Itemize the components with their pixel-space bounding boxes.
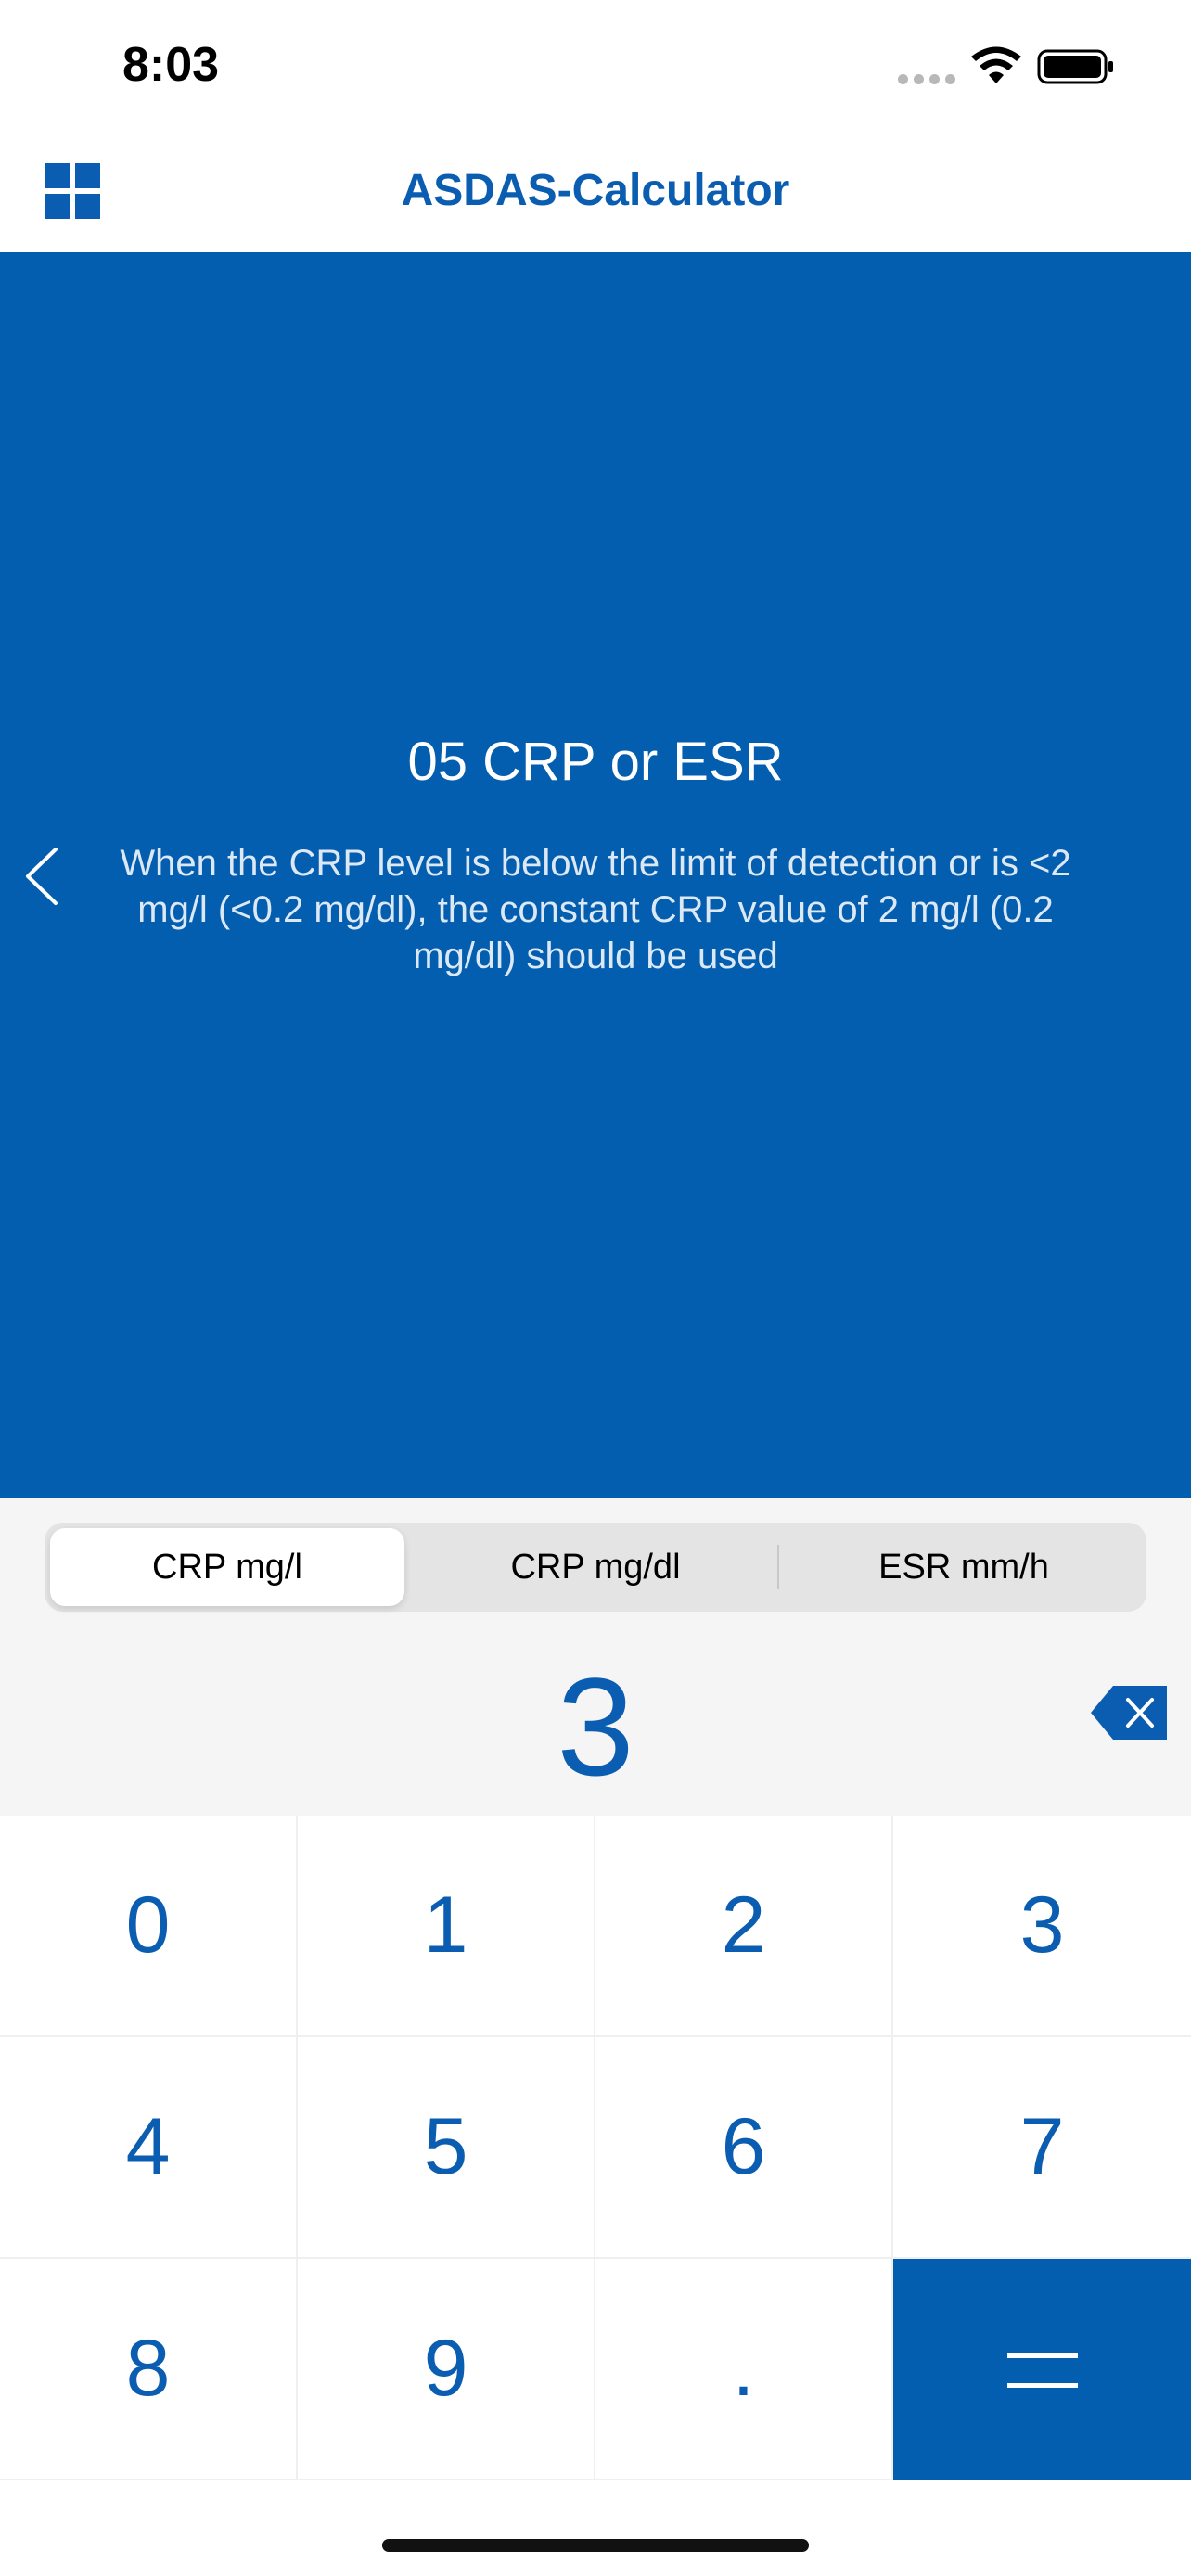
value-display: 3	[557, 1649, 634, 1804]
question-description: When the CRP level is below the limit of…	[120, 843, 1071, 976]
nav-bar: ASDAS-Calculator	[0, 130, 1191, 252]
status-bar: 8:03	[0, 0, 1191, 130]
key-8[interactable]: 8	[0, 2259, 298, 2480]
chevron-left-icon[interactable]	[20, 844, 63, 909]
unit-segmented-control: CRP mg/l CRP mg/dl ESR mm/h	[45, 1523, 1146, 1612]
backspace-icon[interactable]	[1089, 1684, 1169, 1741]
key-4[interactable]: 4	[0, 2037, 298, 2259]
equals-button[interactable]	[893, 2259, 1191, 2480]
key-9[interactable]: 9	[298, 2259, 596, 2480]
segment-crp-mg-dl[interactable]: CRP mg/dl	[418, 1528, 773, 1606]
status-time: 8:03	[122, 38, 220, 92]
segment-esr-mm-h[interactable]: ESR mm/h	[787, 1528, 1141, 1606]
key-decimal[interactable]: .	[596, 2259, 893, 2480]
nav-title: ASDAS-Calculator	[401, 166, 790, 215]
keypad: 0 1 2 3 4 5 6 7 8 9 .	[0, 1816, 1191, 2481]
info-panel: 05 CRP or ESR When the CRP level is belo…	[0, 252, 1191, 1498]
cellular-signal-icon	[898, 74, 955, 85]
key-2[interactable]: 2	[596, 1816, 893, 2037]
segment-crp-mg-l[interactable]: CRP mg/l	[50, 1528, 404, 1606]
key-3[interactable]: 3	[893, 1816, 1191, 2037]
key-0[interactable]: 0	[0, 1816, 298, 2037]
question-title: 05 CRP or ESR	[407, 732, 784, 792]
screen: 8:03 ASDAS-Calculator 05 CRP or ESR When…	[0, 0, 1191, 2576]
equals-icon	[1006, 2348, 1078, 2392]
key-1[interactable]: 1	[298, 1816, 596, 2037]
key-5[interactable]: 5	[298, 2037, 596, 2259]
key-6[interactable]: 6	[596, 2037, 893, 2259]
key-7[interactable]: 7	[893, 2037, 1191, 2259]
unit-input-area: CRP mg/l CRP mg/dl ESR mm/h 3	[0, 1498, 1191, 1816]
wifi-icon	[971, 46, 1021, 83]
battery-icon	[1037, 49, 1113, 84]
segment-divider	[777, 1545, 779, 1589]
home-indicator[interactable]	[382, 2539, 809, 2552]
